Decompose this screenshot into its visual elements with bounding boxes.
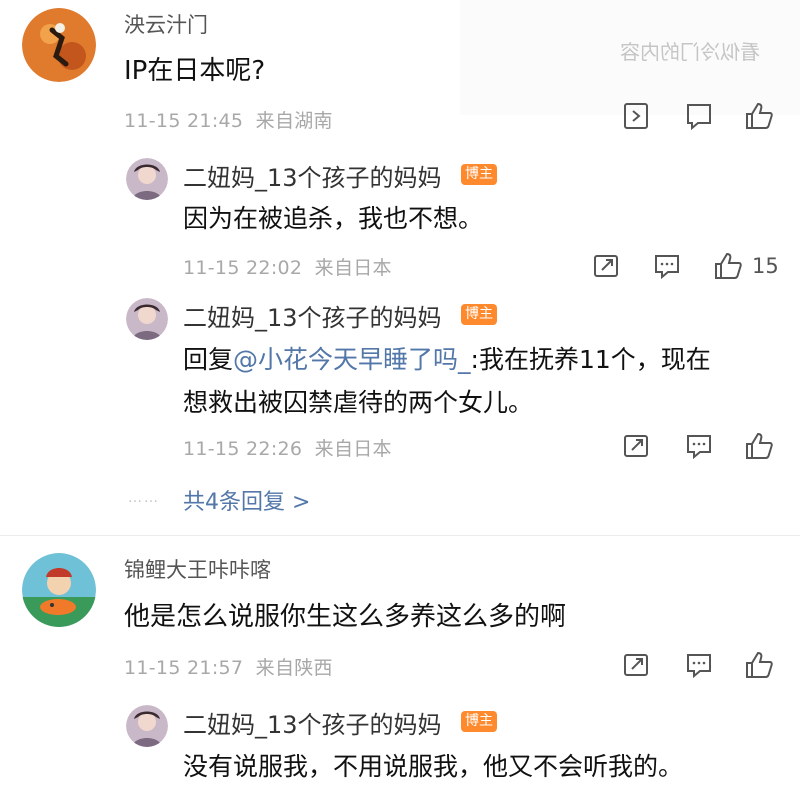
share-icon[interactable] bbox=[620, 100, 652, 132]
comment-icon[interactable] bbox=[651, 250, 683, 282]
share-icon[interactable] bbox=[620, 430, 652, 462]
reply-avatar-image bbox=[126, 705, 168, 747]
comment-icon[interactable] bbox=[683, 649, 715, 681]
watermark-text: 看似冷门的内容 bbox=[620, 40, 760, 64]
reply-text-line2: 想救出被囚禁虐待的两个女儿。 bbox=[183, 388, 534, 417]
comment-divider bbox=[0, 535, 800, 536]
share-icon[interactable] bbox=[590, 250, 622, 282]
comment-icon[interactable] bbox=[683, 100, 715, 132]
author-badge: 博主 bbox=[461, 304, 497, 325]
reply-timestamp: 11-15 22:02 bbox=[183, 257, 303, 279]
reply-username[interactable]: 二妞妈_13个孩子的妈妈 bbox=[183, 705, 442, 740]
comment-location: 来自陕西 bbox=[255, 657, 333, 679]
like-icon[interactable] bbox=[743, 430, 775, 462]
avatar[interactable] bbox=[22, 553, 96, 627]
like-icon[interactable] bbox=[743, 649, 775, 681]
more-replies-link[interactable]: 共4条回复 > bbox=[183, 484, 310, 516]
avatar-image bbox=[22, 553, 96, 627]
reply-username[interactable]: 二妞妈_13个孩子的妈妈 bbox=[183, 298, 442, 333]
comment-timestamp: 11-15 21:45 bbox=[124, 110, 244, 132]
like-icon[interactable] bbox=[712, 250, 744, 282]
reply-time: 11-15 22:26 来自日本 bbox=[183, 434, 392, 461]
mention-link[interactable]: @小花今天早睡了吗_ bbox=[233, 345, 471, 374]
reply-prefix: 回复 bbox=[183, 345, 234, 374]
reply-location: 来自日本 bbox=[314, 257, 392, 279]
author-badge: 博主 bbox=[461, 164, 497, 185]
reply-avatar[interactable] bbox=[126, 298, 168, 340]
reply-avatar[interactable] bbox=[126, 705, 168, 747]
avatar-image bbox=[22, 8, 96, 82]
comment-username[interactable]: 锦鲤大王咔咔喀 bbox=[124, 554, 271, 584]
comment-text: IP在日本呢? bbox=[124, 56, 266, 86]
comment-location: 来自湖南 bbox=[255, 110, 333, 132]
comment-icon[interactable] bbox=[683, 430, 715, 462]
like-icon[interactable] bbox=[743, 100, 775, 132]
reply-avatar-image bbox=[126, 158, 168, 200]
comment-timestamp: 11-15 21:57 bbox=[124, 657, 244, 679]
reply-avatar-image bbox=[126, 298, 168, 340]
comment-text: 他是怎么说服你生这么多养这么多的啊 bbox=[124, 602, 567, 632]
reply-text: 没有说服我，不用说服我，他又不会听我的。 bbox=[183, 752, 684, 781]
like-count: 15 bbox=[752, 254, 779, 278]
reply-time: 11-15 22:02 来自日本 bbox=[183, 253, 392, 280]
comment-time: 11-15 21:45 来自湖南 bbox=[124, 106, 333, 133]
reply-timestamp: 11-15 22:26 bbox=[183, 438, 303, 460]
reply-text: 回复@小花今天早睡了吗_:我在抚养11个，现在 bbox=[183, 340, 711, 376]
more-replies-dots: …… bbox=[128, 490, 160, 506]
comment-time: 11-15 21:57 来自陕西 bbox=[124, 653, 333, 680]
reply-username[interactable]: 二妞妈_13个孩子的妈妈 bbox=[183, 158, 442, 193]
avatar[interactable] bbox=[22, 8, 96, 82]
comment-username[interactable]: 泱云汁门 bbox=[124, 9, 208, 39]
author-badge: 博主 bbox=[461, 711, 497, 732]
reply-text: 因为在被追杀，我也不想。 bbox=[183, 204, 484, 233]
reply-text-line1: :我在抚养11个，现在 bbox=[470, 345, 711, 374]
reply-avatar[interactable] bbox=[126, 158, 168, 200]
reply-location: 来自日本 bbox=[314, 438, 392, 460]
share-icon[interactable] bbox=[620, 649, 652, 681]
